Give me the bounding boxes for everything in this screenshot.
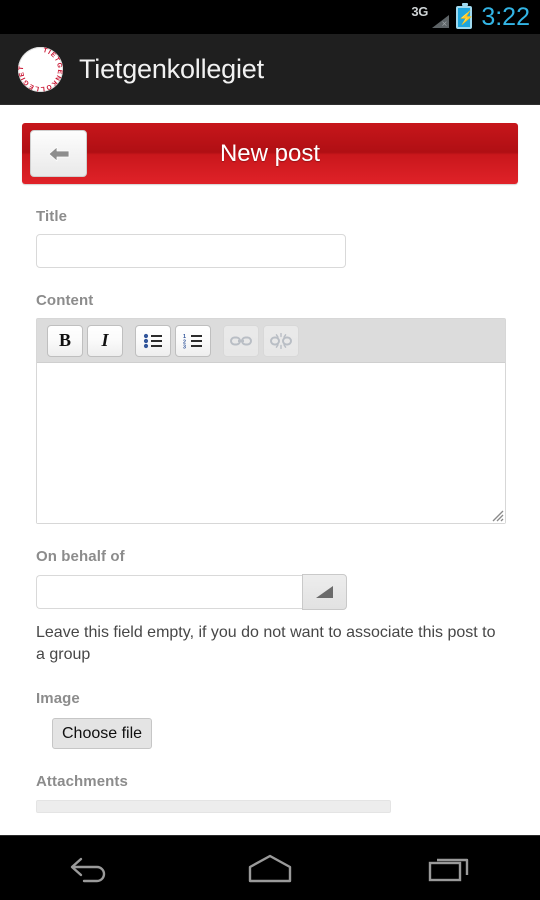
- italic-glyph: I: [101, 330, 109, 350]
- on-behalf-of-helper-text: Leave this field empty, if you do not wa…: [36, 624, 496, 663]
- scroll-content[interactable]: New post Title Content B I 1 2 3 On beha…: [0, 105, 540, 835]
- app-bar: TIETGENKOLLEGIET Tietgenkollegiet: [0, 34, 540, 105]
- back-button[interactable]: [30, 130, 87, 177]
- numbered-list-button[interactable]: 1 2 3: [175, 324, 211, 357]
- attachments-label: Attachments: [36, 773, 128, 790]
- nav-back-icon: [70, 857, 106, 883]
- nav-home-button[interactable]: [215, 836, 325, 900]
- arrow-left-icon: [48, 146, 69, 161]
- on-behalf-of-input[interactable]: [36, 575, 302, 609]
- phone-screen: 3G × ⚡ 3:22 TIETGENKOLLEGIET Tietgenkoll…: [0, 0, 540, 900]
- on-behalf-of-label: On behalf of: [36, 548, 125, 565]
- link-button[interactable]: [223, 324, 259, 357]
- numbered-list-icon: 1 2 3: [183, 334, 202, 349]
- choose-file-button[interactable]: Choose file: [52, 718, 153, 749]
- battery-charging-icon: ⚡: [456, 2, 475, 29]
- clock-label: 3:22: [481, 3, 530, 31]
- rich-text-editor: B I 1 2 3: [36, 318, 506, 524]
- bold-button[interactable]: B: [47, 324, 83, 357]
- svg-text:3: 3: [183, 344, 186, 349]
- lightning-bolt-icon: ⚡: [458, 9, 475, 25]
- content-label: Content: [36, 292, 94, 309]
- italic-button[interactable]: I: [87, 324, 123, 357]
- tietgenkollegiet-logo-icon: TIETGENKOLLEGIET: [18, 46, 63, 92]
- android-navigation-bar: [0, 835, 540, 900]
- image-label: Image: [36, 690, 80, 707]
- no-connection-x-icon: ×: [441, 19, 448, 30]
- nav-back-button[interactable]: [35, 836, 145, 900]
- nav-home-icon: [248, 854, 292, 883]
- signal-strength-icon: 3G ×: [411, 4, 450, 30]
- content-editable-area[interactable]: [37, 363, 505, 523]
- title-input[interactable]: [36, 234, 346, 268]
- on-behalf-of-dropdown-button[interactable]: [302, 574, 347, 610]
- editor-toolbar: B I 1 2 3: [37, 319, 505, 363]
- on-behalf-of-combobox: [36, 574, 504, 610]
- network-type-label: 3G: [411, 4, 429, 19]
- app-title: Tietgenkollegiet: [79, 53, 264, 84]
- title-label: Title: [36, 208, 68, 225]
- attachments-field[interactable]: [36, 800, 391, 813]
- resize-grip-icon[interactable]: [490, 508, 504, 522]
- page-title: New post: [219, 139, 321, 167]
- unlink-icon: [270, 332, 292, 349]
- nav-recents-button[interactable]: [395, 836, 505, 900]
- nav-recents-icon: [428, 858, 469, 882]
- link-icon: [230, 336, 252, 345]
- bold-glyph: B: [58, 330, 71, 350]
- unlink-button[interactable]: [263, 324, 299, 357]
- bullet-list-icon: [143, 333, 162, 348]
- status-bar: 3G × ⚡ 3:22: [0, 0, 540, 34]
- new-post-form: Title Content B I 1 2 3 On behalf of Lea…: [0, 208, 540, 813]
- bullet-list-button[interactable]: [135, 324, 171, 357]
- page-header: New post: [22, 123, 518, 184]
- dropdown-triangle-icon: [316, 586, 333, 598]
